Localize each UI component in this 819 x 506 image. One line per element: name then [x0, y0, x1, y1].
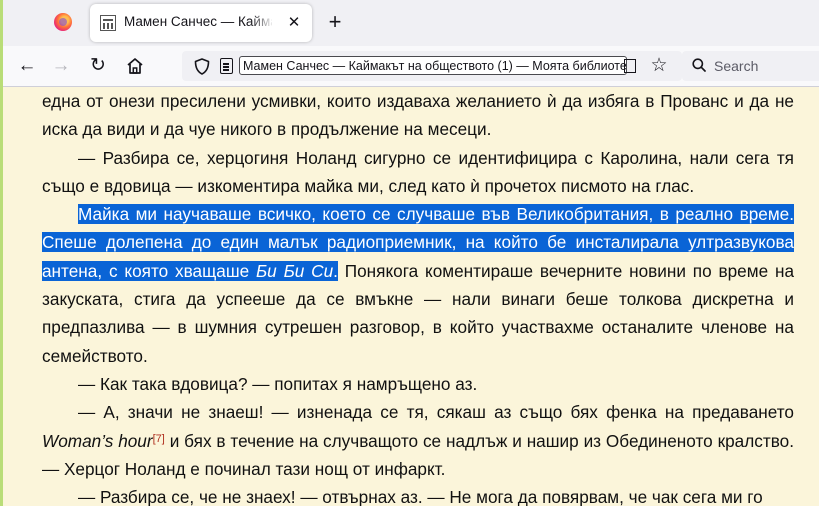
paragraph-6: — Разбира се, че не знаех! — отвърнах аз… — [78, 487, 763, 506]
paragraph-5: — А, значи не знаеш! — изненада се тя, с… — [42, 398, 794, 483]
footnote-link[interactable]: [7] — [153, 433, 165, 445]
new-tab-button[interactable]: + — [324, 11, 346, 34]
page-icon[interactable] — [220, 58, 233, 74]
library-favicon-icon — [100, 15, 116, 31]
back-icon[interactable]: ← — [15, 54, 39, 78]
show-title-italic: Woman’s hour — [42, 430, 153, 451]
url-input[interactable]: Мамен Санчес — Каймакът на обществото (1… — [239, 56, 627, 75]
shield-icon[interactable] — [194, 58, 210, 75]
tab-title-fade — [250, 12, 274, 34]
paragraph-3: Майка ми научаваше всичко, което се случ… — [42, 200, 794, 370]
tab-bar: Мамен Санчес — Каймакът на обществото (1… — [3, 0, 819, 47]
search-placeholder: Search — [714, 58, 759, 74]
book-text: една от онези пресилени усмивки, които и… — [42, 87, 794, 506]
reader-view-icon[interactable] — [624, 59, 636, 73]
search-box[interactable]: Search — [682, 51, 819, 81]
selected-text-italic: Би Би Си — [256, 260, 334, 281]
navigation-toolbar: ← → ↻ Мамен Санчес — Каймакът на обществ… — [3, 46, 819, 87]
forward-icon[interactable]: → — [49, 54, 73, 78]
paragraph-1: една от онези пресилени усмивки, които и… — [42, 91, 794, 140]
bookmark-star-icon[interactable]: ☆ — [647, 54, 671, 78]
address-bar[interactable]: Мамен Санчес — Каймакът на обществото (1… — [182, 51, 682, 81]
home-icon[interactable] — [125, 56, 145, 76]
paragraph-2: — Разбира се, херцогиня Ноланд сигурно с… — [42, 147, 794, 196]
paragraph-5-start: — А, значи не знаеш! — изненада се тя, с… — [78, 402, 794, 423]
reload-icon[interactable]: ↻ — [86, 54, 110, 78]
tab-close-button[interactable]: ✕ — [284, 13, 304, 33]
tab-active[interactable]: Мамен Санчес — Каймакът на обществото (1… — [90, 4, 312, 42]
search-icon — [692, 58, 706, 72]
paragraph-4: — Как така вдовица? — попитах я намръщен… — [78, 373, 478, 394]
firefox-logo-icon[interactable] — [54, 13, 72, 31]
